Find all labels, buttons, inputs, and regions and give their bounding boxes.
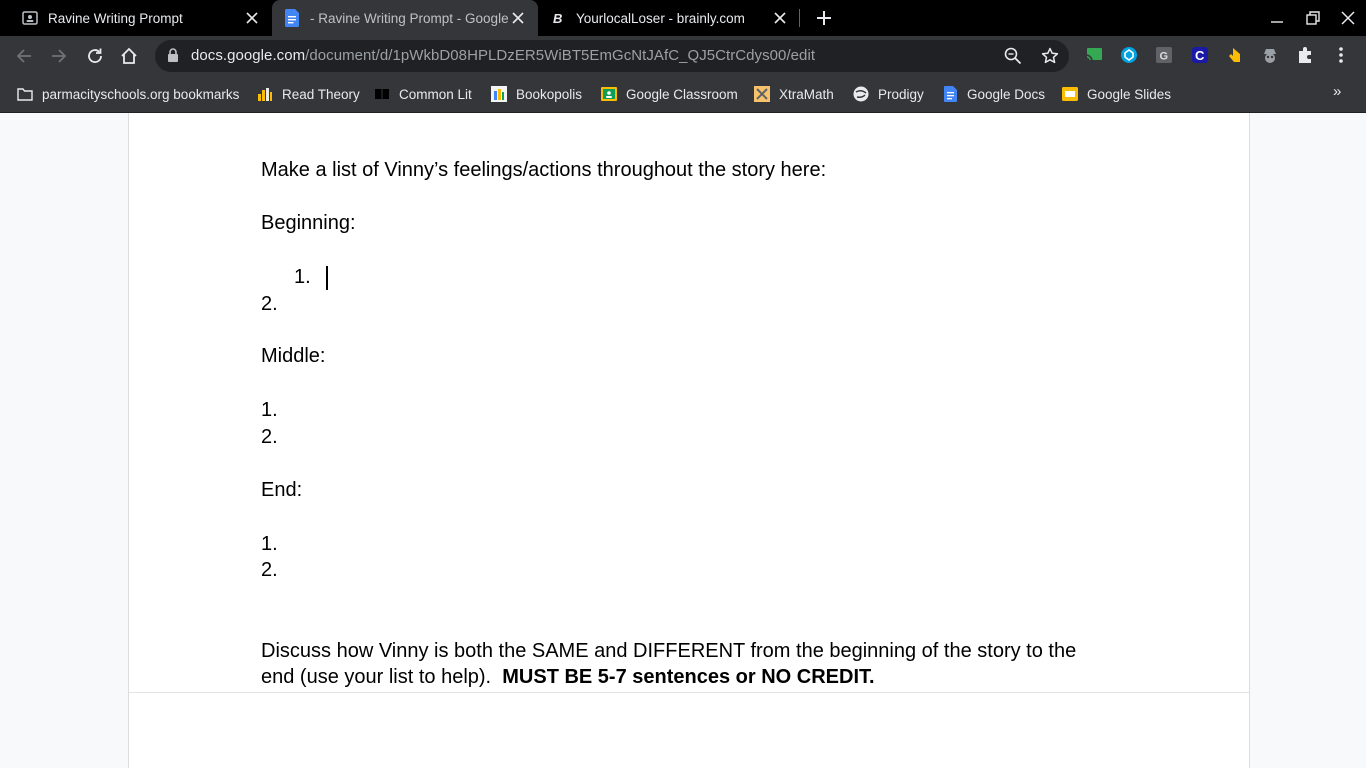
classroom-assignment-icon (22, 10, 38, 26)
reload-icon (88, 48, 102, 63)
minimize-icon (1271, 21, 1283, 23)
google-classroom-icon (601, 86, 617, 102)
more-bookmarks-button[interactable]: » (1333, 83, 1341, 100)
close-icon (1341, 11, 1355, 25)
address-bar[interactable]: docs.google.com/document/d/1pWkbD08HPLDz… (155, 40, 1069, 72)
url-host: docs.google.com (191, 47, 306, 64)
bookmark-parmacityschools[interactable]: parmacityschools.org bookmarks (17, 84, 239, 104)
back-button[interactable] (10, 42, 38, 70)
bookmark-xtramath[interactable]: XtraMath (754, 84, 834, 104)
end-item-1: 1. (261, 533, 278, 555)
restore-button[interactable] (1295, 0, 1331, 36)
bookmark-label: Bookopolis (516, 86, 583, 102)
spy-extension-icon[interactable] (1260, 45, 1280, 65)
text-cursor (326, 266, 328, 290)
close-icon[interactable] (508, 8, 528, 28)
discuss-text-line-1: Discuss how Vinny is both the SAME and D… (261, 640, 1077, 662)
c-extension-icon[interactable]: C (1190, 45, 1210, 65)
tab-ravine-writing-prompt[interactable]: Ravine Writing Prompt (0, 0, 272, 36)
credit-requirement-text: MUST BE 5-7 sentences or NO CREDIT. (502, 666, 875, 688)
grammar-extension-icon[interactable]: G (1154, 45, 1174, 65)
bookmark-google-slides[interactable]: Google Slides (1062, 84, 1171, 104)
restore-icon (1306, 11, 1320, 25)
svg-text:C: C (1195, 48, 1205, 63)
google-docs-icon (942, 86, 958, 102)
document-canvas: Make a list of Vinny’s feelings/actions … (0, 113, 1366, 768)
home-button[interactable] (115, 42, 143, 70)
shield-extension-icon[interactable] (1119, 45, 1139, 65)
lock-icon (167, 48, 179, 68)
svg-text:G: G (1160, 51, 1169, 63)
bookmark-label: Google Classroom (626, 86, 738, 102)
arrow-right-icon (52, 49, 67, 63)
zoom-icon[interactable] (1004, 47, 1022, 70)
cast-extension-icon[interactable] (1084, 45, 1104, 65)
close-icon[interactable] (242, 8, 262, 28)
browser-toolbar: docs.google.com/document/d/1pWkbD08HPLDz… (0, 36, 1366, 76)
bookmark-label: XtraMath (779, 86, 834, 102)
bookmark-google-classroom[interactable]: Google Classroom (601, 84, 738, 104)
bookopolis-icon (491, 86, 507, 102)
tab-separator (799, 9, 800, 27)
bookmark-bookopolis[interactable]: Bookopolis (491, 84, 582, 104)
minimize-button[interactable] (1259, 0, 1295, 36)
google-docs-icon (284, 9, 300, 27)
read-theory-icon (257, 86, 273, 102)
book-icon (374, 86, 390, 102)
arrow-left-icon (16, 49, 31, 63)
end-heading: End: (261, 479, 303, 501)
reload-button[interactable] (81, 42, 109, 70)
middle-item-1: 1. (261, 399, 278, 421)
middle-heading: Middle: (261, 345, 326, 367)
new-tab-button[interactable] (811, 5, 837, 31)
forward-button[interactable] (45, 42, 73, 70)
bookmark-label: Read Theory (282, 86, 360, 102)
tab-title: YourlocalLoser - brainly.com (576, 10, 745, 26)
star-icon[interactable] (1041, 47, 1059, 70)
bookmarks-bar: parmacityschools.org bookmarks Read Theo… (0, 76, 1366, 113)
discuss-text-line-2: end (use your list to help). MUST BE 5-7… (261, 664, 875, 690)
url-text: docs.google.com/document/d/1pWkbD08HPLDz… (191, 47, 815, 64)
instruction-text: Make a list of Vinny’s feelings/actions … (261, 159, 827, 181)
bookmark-label: Common Lit (399, 86, 472, 102)
beginning-item-1: 1. (294, 266, 311, 288)
tab-strip: Ravine Writing Prompt - Ravine Writing P… (0, 0, 1366, 36)
close-window-button[interactable] (1330, 0, 1366, 36)
bookmark-read-theory[interactable]: Read Theory (257, 84, 360, 104)
puzzle-icon[interactable] (1295, 45, 1315, 65)
tab-google-docs[interactable]: - Ravine Writing Prompt - Google Docs (272, 0, 538, 36)
tab-title: - Ravine Writing Prompt - Google Docs (310, 10, 508, 26)
folder-icon (17, 86, 33, 102)
bookmark-prodigy[interactable]: Prodigy (853, 84, 924, 104)
tab-title: Ravine Writing Prompt (48, 10, 183, 26)
kebab-menu-icon[interactable] (1331, 45, 1351, 65)
bookmark-label: parmacityschools.org bookmarks (42, 86, 240, 102)
beginning-heading: Beginning: (261, 212, 356, 234)
plus-icon (817, 11, 831, 25)
bookmark-label: Google Slides (1087, 86, 1172, 102)
hand-extension-icon[interactable] (1225, 45, 1245, 65)
close-icon[interactable] (770, 8, 790, 28)
bookmark-label: Google Docs (967, 86, 1046, 102)
tab-brainly[interactable]: B YourlocalLoser - brainly.com (538, 0, 800, 36)
discuss-plain-text: end (use your list to help). (261, 666, 492, 688)
document-page-2[interactable] (128, 693, 1250, 768)
svg-text:B: B (553, 11, 562, 25)
bookmark-common-lit[interactable]: Common Lit (374, 84, 472, 104)
google-slides-icon (1062, 86, 1078, 102)
bookmark-google-docs[interactable]: Google Docs (942, 84, 1045, 104)
xtramath-icon (754, 86, 770, 102)
bookmark-label: Prodigy (878, 86, 924, 102)
beginning-item-2: 2. (261, 293, 278, 315)
url-path: /document/d/1pWkbD08HPLDzER5WiBT5EmGcNtJ… (305, 47, 816, 64)
home-icon (121, 47, 137, 64)
middle-item-2: 2. (261, 426, 278, 448)
end-item-2: 2. (261, 559, 278, 581)
document-page[interactable]: Make a list of Vinny’s feelings/actions … (128, 113, 1250, 693)
brainly-icon: B (550, 10, 566, 26)
prodigy-icon (853, 86, 869, 102)
